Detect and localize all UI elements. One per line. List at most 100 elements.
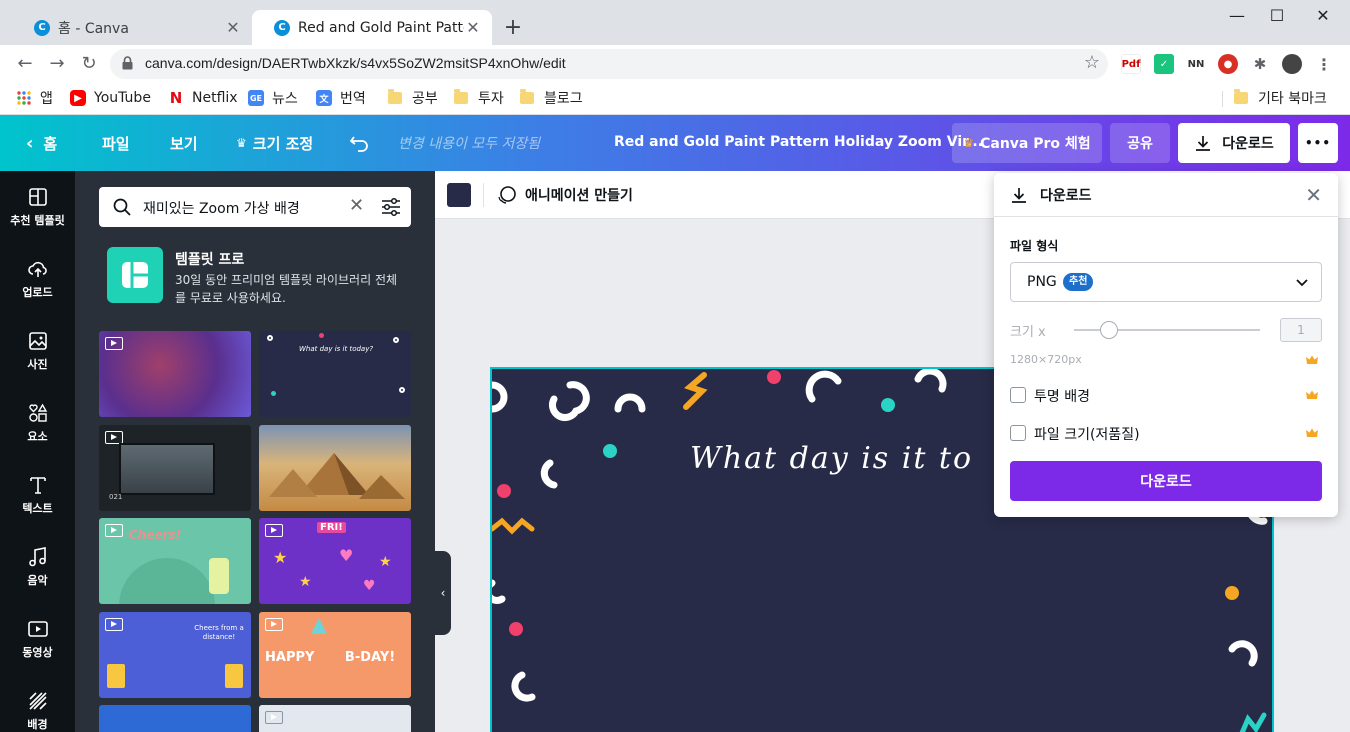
- reload-icon[interactable]: ↻: [76, 51, 102, 77]
- bookmark-label: 블로그: [544, 91, 583, 107]
- close-tab-icon[interactable]: ✕: [464, 18, 482, 37]
- close-tab-icon[interactable]: ✕: [224, 18, 242, 37]
- file-type-select[interactable]: PNG 추천: [1010, 262, 1322, 302]
- translate-icon: 文: [316, 90, 332, 106]
- nn-extension-icon[interactable]: NN: [1186, 54, 1206, 74]
- filter-icon[interactable]: [381, 197, 401, 217]
- thumbnail-caption: HAPPY B-DAY!: [265, 650, 396, 665]
- rail-item-uploads[interactable]: 업로드: [0, 243, 75, 315]
- collapse-panel-button[interactable]: ‹: [435, 551, 451, 635]
- close-icon[interactable]: ✕: [1305, 183, 1322, 207]
- template-thumbnail[interactable]: HAPPY B-DAY!: [259, 612, 411, 698]
- back-icon[interactable]: ←: [12, 51, 38, 77]
- rail-item-music[interactable]: 음악: [0, 531, 75, 603]
- animate-label: 애니메이션 만들기: [525, 188, 633, 204]
- bookmark-other[interactable]: 기타 북마크: [1234, 88, 1327, 108]
- bookmark-label: 뉴스: [272, 91, 298, 107]
- confetti-shape: [319, 333, 324, 338]
- animation-icon: [498, 186, 516, 204]
- bookmark-news[interactable]: GE 뉴스: [248, 88, 298, 108]
- browser-tab-design[interactable]: C Red and Gold Paint Pattern ✕: [252, 10, 492, 45]
- bookmark-star-icon[interactable]: ☆: [1084, 52, 1100, 73]
- red-extension-icon[interactable]: ●: [1218, 54, 1238, 74]
- size-multiplier-label: 크기 x: [1010, 325, 1046, 340]
- canva-favicon-icon: C: [274, 19, 290, 36]
- size-slider-handle[interactable]: [1100, 321, 1118, 339]
- promo-title: 템플릿 프로: [175, 252, 245, 268]
- thumbnail-caption: What day is it today?: [299, 345, 374, 353]
- resize-label: 크기 조정: [252, 134, 314, 153]
- bookmark-label: 기타 북마크: [1258, 91, 1327, 107]
- bookmark-folder-invest[interactable]: 투자: [454, 88, 504, 108]
- folder-icon: [520, 89, 534, 104]
- animate-button[interactable]: 애니메이션 만들기: [497, 185, 633, 205]
- template-thumbnail[interactable]: [99, 331, 251, 417]
- template-thumbnail[interactable]: [99, 705, 251, 732]
- template-pro-promo[interactable]: 템플릿 프로 30일 동안 프리미엄 템플릿 라이브러리 전체를 무료로 사용하…: [107, 247, 407, 307]
- resize-button[interactable]: ♛ 크기 조정: [236, 115, 313, 171]
- profile-avatar[interactable]: [1282, 54, 1302, 74]
- rail-item-elements[interactable]: 요소: [0, 387, 75, 459]
- templates-panel: 재미있는 Zoom 가상 배경 ✕ 템플릿 프로 30일 동안 프리미엄 템플릿…: [75, 171, 435, 732]
- canva-pro-trial-button[interactable]: ♛ Canva Pro 체험: [952, 123, 1102, 163]
- template-thumbnail[interactable]: What day is it today?: [259, 331, 411, 417]
- template-thumbnail[interactable]: [259, 705, 411, 732]
- clear-search-icon[interactable]: ✕: [349, 195, 364, 216]
- browser-menu-icon[interactable]: ⋮: [1314, 54, 1334, 74]
- template-thumbnail[interactable]: Cheers!: [99, 518, 251, 604]
- template-thumbnail[interactable]: Cheers from a distance!: [99, 612, 251, 698]
- browser-tab-home[interactable]: C 홈 - Canva ✕: [12, 10, 252, 45]
- rail-item-videos[interactable]: 동영상: [0, 603, 75, 675]
- bookmark-apps[interactable]: 앱: [16, 88, 53, 108]
- rail-item-background[interactable]: 배경: [0, 675, 75, 732]
- upload-cloud-icon: [27, 261, 47, 277]
- transparent-background-checkbox[interactable]: [1010, 387, 1026, 403]
- bookmark-netflix[interactable]: N Netflix: [168, 88, 238, 108]
- window-close-icon[interactable]: ✕: [1300, 6, 1346, 25]
- template-pro-logo: [107, 247, 163, 303]
- download-header-button[interactable]: 다운로드: [1178, 123, 1290, 163]
- check-extension-icon[interactable]: ✓: [1154, 54, 1174, 74]
- background-color-swatch[interactable]: [447, 183, 471, 207]
- left-rail: 추천 템플릿 업로드 사진 요소 텍스트 음악 동영상 배경: [0, 171, 75, 732]
- rail-item-photos[interactable]: 사진: [0, 315, 75, 387]
- share-button[interactable]: 공유: [1110, 123, 1170, 163]
- promo-description: 30일 동안 프리미엄 템플릿 라이브러리 전체를 무료로 사용하세요.: [175, 273, 398, 305]
- bookmark-label: 투자: [478, 91, 504, 107]
- tab-title: 홈 - Canva: [58, 20, 129, 37]
- template-thumbnail[interactable]: FRI! ★ ♥ ★ ★ ♥: [259, 518, 411, 604]
- maximize-icon[interactable]: ☐: [1254, 6, 1300, 25]
- view-menu[interactable]: 보기: [170, 115, 198, 171]
- url-text: canva.com/design/DAERTwbXkzk/s4vx5SoZW2m…: [145, 55, 566, 71]
- rail-label: 동영상: [22, 646, 53, 659]
- bookmark-folder-blog[interactable]: 블로그: [520, 88, 583, 108]
- star-sticker: ★: [379, 554, 392, 570]
- crown-icon: ♛: [963, 136, 975, 150]
- compress-file-checkbox[interactable]: [1010, 425, 1026, 441]
- pdf-extension-icon[interactable]: Pdf: [1121, 54, 1141, 74]
- address-bar[interactable]: canva.com/design/DAERTwbXkzk/s4vx5SoZW2m…: [110, 49, 1108, 79]
- video-badge-icon: [105, 524, 123, 537]
- thumbnail-caption: 021: [109, 493, 123, 501]
- bookmark-folder-study[interactable]: 공부: [388, 88, 438, 108]
- template-thumbnail[interactable]: [259, 425, 411, 511]
- template-thumbnail[interactable]: 021: [99, 425, 251, 511]
- new-tab-button[interactable]: +: [500, 15, 526, 41]
- download-button[interactable]: 다운로드: [1010, 461, 1322, 501]
- size-multiplier-input[interactable]: 1: [1280, 318, 1322, 342]
- home-button[interactable]: ‹ 홈: [26, 115, 57, 171]
- bookmark-youtube[interactable]: ▶ YouTube: [70, 88, 151, 108]
- template-search-input[interactable]: 재미있는 Zoom 가상 배경 ✕: [99, 187, 411, 227]
- bookmark-translate[interactable]: 文 번역: [316, 88, 366, 108]
- more-options-button[interactable]: •••: [1298, 123, 1338, 163]
- undo-icon[interactable]: [350, 115, 370, 171]
- rail-label: 배경: [27, 718, 48, 731]
- transparent-background-label: 투명 배경: [1034, 389, 1090, 405]
- video-badge-icon: [265, 524, 283, 537]
- file-menu[interactable]: 파일: [102, 115, 130, 171]
- rail-item-text[interactable]: 텍스트: [0, 459, 75, 531]
- forward-icon[interactable]: →: [44, 51, 70, 77]
- rail-item-templates[interactable]: 추천 템플릿: [0, 171, 75, 243]
- extensions-puzzle-icon[interactable]: ✱: [1250, 54, 1270, 74]
- document-title[interactable]: Red and Gold Paint Pattern Holiday Zoom …: [614, 134, 983, 150]
